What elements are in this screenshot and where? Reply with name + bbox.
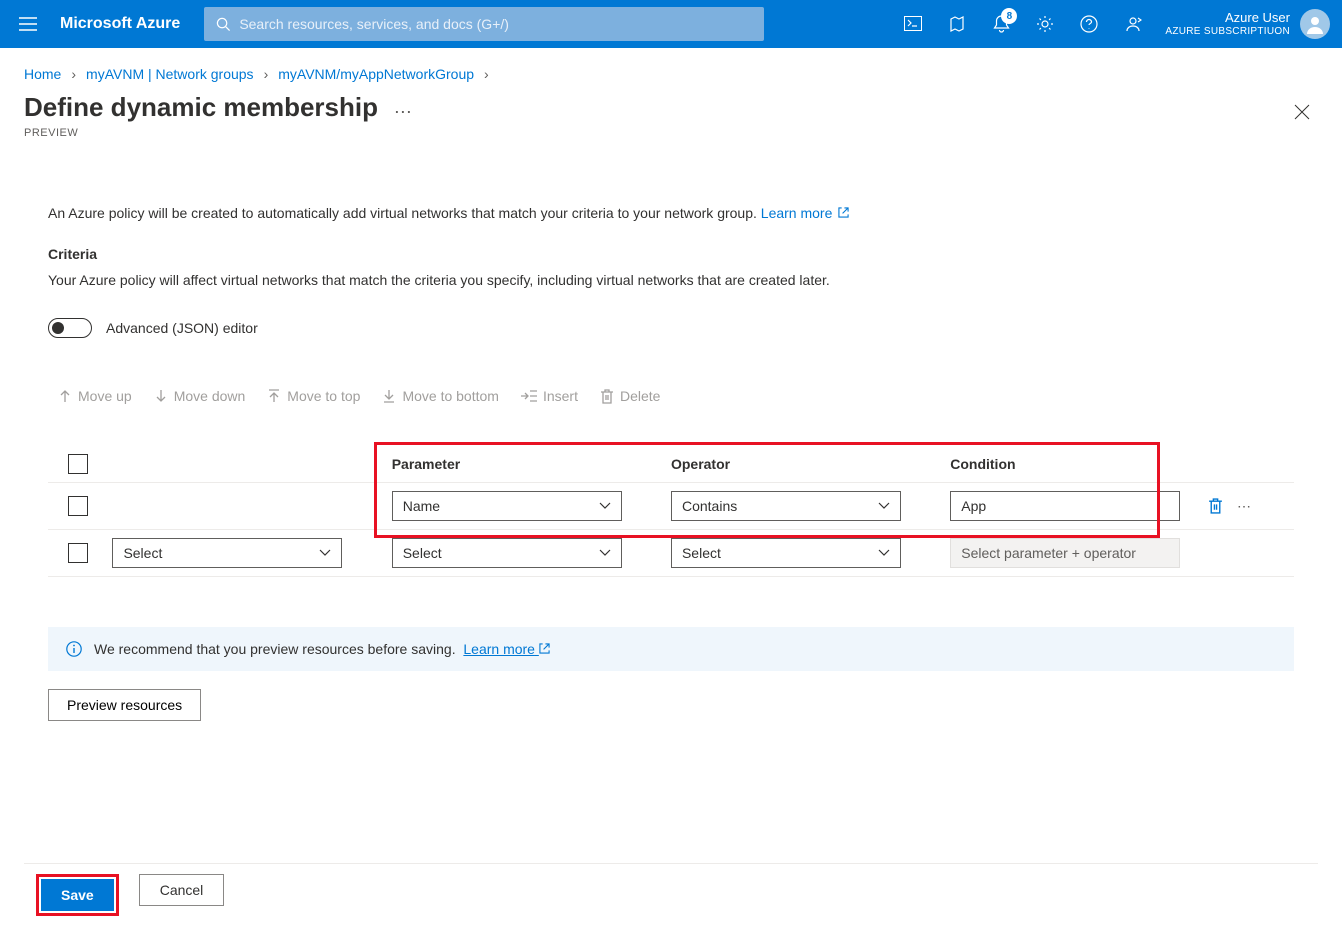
delete-button[interactable]: Delete: [600, 388, 660, 404]
page-title: Define dynamic membership: [24, 92, 378, 123]
page-header: Define dynamic membership ⋯ PREVIEW: [0, 92, 1342, 155]
brand-label[interactable]: Microsoft Azure: [60, 15, 180, 33]
content-area: An Azure policy will be created to autom…: [0, 155, 1342, 721]
breadcrumb: Home › myAVNM | Network groups › myAVNM/…: [0, 48, 1342, 92]
info-learn-more-link[interactable]: Learn more: [463, 641, 549, 657]
andor-select[interactable]: Select: [112, 538, 342, 568]
criteria-heading: Criteria: [48, 246, 1294, 262]
chevron-down-icon: [599, 549, 611, 557]
cloud-shell-icon[interactable]: [893, 4, 933, 44]
trash-icon[interactable]: [1208, 498, 1223, 514]
preview-resources-button[interactable]: Preview resources: [48, 689, 201, 721]
chevron-right-icon: ›: [71, 66, 76, 82]
chevron-down-icon: [878, 549, 890, 557]
header-condition: Condition: [950, 446, 1208, 483]
move-top-button[interactable]: Move to top: [267, 388, 360, 404]
move-bottom-button[interactable]: Move to bottom: [382, 388, 499, 404]
insert-button[interactable]: Insert: [521, 388, 578, 404]
criteria-grid: Parameter Operator Condition Name: [48, 446, 1294, 577]
chevron-right-icon: ›: [264, 66, 269, 82]
header-operator: Operator: [671, 446, 950, 483]
directories-icon[interactable]: [937, 4, 977, 44]
row-checkbox[interactable]: [68, 543, 88, 563]
breadcrumb-group[interactable]: myAVNM/myAppNetworkGroup: [278, 66, 474, 82]
move-up-button[interactable]: Move up: [58, 388, 132, 404]
breadcrumb-home[interactable]: Home: [24, 66, 61, 82]
highlight-annotation: Save: [36, 874, 119, 916]
save-button[interactable]: Save: [41, 879, 114, 911]
row-checkbox[interactable]: [68, 496, 88, 516]
advanced-editor-toggle[interactable]: [48, 318, 92, 338]
user-subscription: AZURE SUBSCRIPTIUON: [1165, 26, 1290, 38]
move-down-button[interactable]: Move down: [154, 388, 246, 404]
external-link-icon: [838, 203, 849, 224]
user-block[interactable]: Azure User AZURE SUBSCRIPTIUON: [1165, 9, 1330, 39]
operator-select[interactable]: Select: [671, 538, 901, 568]
table-row: Select Select Select: [48, 530, 1294, 577]
menu-icon[interactable]: [8, 4, 48, 44]
chevron-down-icon: [599, 502, 611, 510]
notifications-icon[interactable]: 8: [981, 4, 1021, 44]
avatar-icon: [1300, 9, 1330, 39]
close-icon[interactable]: [1286, 96, 1318, 128]
page-subtitle: PREVIEW: [24, 127, 1286, 139]
table-row: Name Contains App: [48, 483, 1294, 530]
condition-input[interactable]: App: [950, 491, 1180, 521]
search-icon: [216, 17, 231, 32]
toolbar: Move up Move down Move to top Move to bo…: [48, 388, 1294, 404]
user-name: Azure User: [1165, 10, 1290, 26]
info-icon: [66, 641, 82, 657]
search-box[interactable]: [204, 7, 764, 41]
condition-input: Select parameter + operator: [950, 538, 1180, 568]
criteria-description: Your Azure policy will affect virtual ne…: [48, 272, 1294, 288]
header-parameter: Parameter: [392, 446, 671, 483]
more-icon[interactable]: ⋯: [1237, 498, 1251, 515]
header-checkbox[interactable]: [68, 454, 88, 474]
chevron-down-icon: [319, 549, 331, 557]
cancel-button[interactable]: Cancel: [139, 874, 225, 906]
more-icon[interactable]: ⋯: [394, 102, 412, 122]
parameter-select[interactable]: Name: [392, 491, 622, 521]
breadcrumb-network-groups[interactable]: myAVNM | Network groups: [86, 66, 254, 82]
footer: Save Cancel: [0, 874, 1342, 916]
info-text: We recommend that you preview resources …: [94, 641, 456, 657]
settings-icon[interactable]: [1025, 4, 1065, 44]
chevron-right-icon: ›: [484, 66, 489, 82]
top-bar: Microsoft Azure 8 Azure User AZURE SUBSC…: [0, 0, 1342, 48]
learn-more-link[interactable]: Learn more: [761, 205, 849, 221]
advanced-editor-toggle-row: Advanced (JSON) editor: [48, 318, 1294, 338]
info-bar: We recommend that you preview resources …: [48, 627, 1294, 671]
help-icon[interactable]: [1069, 4, 1109, 44]
toggle-label: Advanced (JSON) editor: [106, 320, 258, 336]
search-input[interactable]: [239, 16, 752, 32]
topbar-actions: 8: [893, 4, 1153, 44]
feedback-icon[interactable]: [1113, 4, 1153, 44]
parameter-select[interactable]: Select: [392, 538, 622, 568]
operator-select[interactable]: Contains: [671, 491, 901, 521]
description-text: An Azure policy will be created to autom…: [48, 203, 1294, 224]
notification-badge: 8: [1001, 8, 1017, 24]
chevron-down-icon: [878, 502, 890, 510]
